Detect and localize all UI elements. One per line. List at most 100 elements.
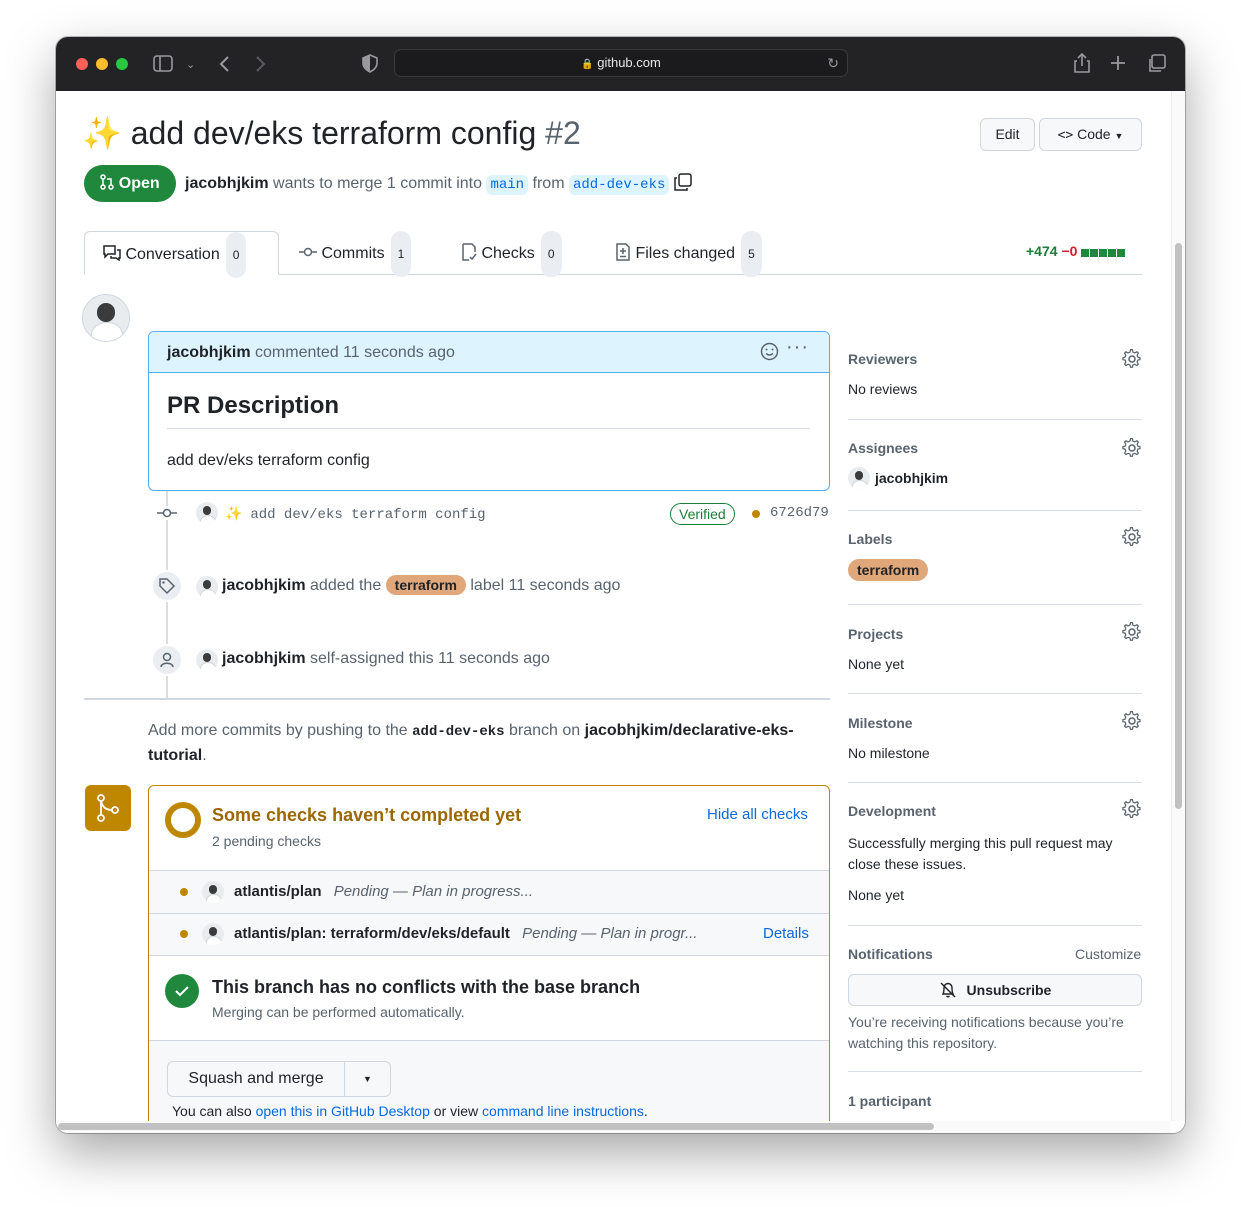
check-row: atlantis/plan: terraform/dev/eks/default… [149, 913, 829, 956]
head-branch[interactable]: add-dev-eks [568, 175, 670, 195]
projects-title: Projects [848, 626, 904, 642]
minimize-window-button[interactable] [96, 58, 108, 70]
milestone-value: No milestone [848, 745, 930, 761]
browser-window: ⌄ 🔒 github.com ↻ ✨ add dev/eks terraform… [56, 37, 1185, 1133]
event-actor[interactable]: jacobhjkim [222, 577, 306, 594]
browser-toolbar: ⌄ 🔒 github.com ↻ [56, 37, 1185, 91]
tab-checks[interactable]: Checks 0 [461, 231, 562, 277]
timeline-end-divider [84, 698, 830, 700]
smiley-icon[interactable] [760, 342, 779, 361]
page-content: ✨ add dev/eks terraform config #2 Edit <… [56, 91, 1185, 1133]
label-event-icon [151, 570, 183, 602]
kebab-horizontal-icon[interactable]: ··· [786, 336, 809, 359]
gear-icon[interactable] [1122, 527, 1142, 547]
assignee-name[interactable]: jacobhjkim [875, 470, 948, 486]
gear-icon[interactable] [1122, 799, 1142, 819]
chevron-down-icon[interactable]: ⌄ [186, 56, 195, 74]
gear-icon[interactable] [1122, 711, 1142, 731]
check-status: Pending — Plan in progress... [333, 883, 533, 900]
vertical-scrollbar[interactable] [1171, 91, 1185, 1121]
participants-title: 1 participant [848, 1093, 932, 1109]
code-button[interactable]: <> Code ▼ [1039, 118, 1142, 151]
tab-count: 1 [390, 231, 412, 277]
reviewers-title: Reviewers [848, 351, 918, 367]
new-tab-icon[interactable] [1110, 55, 1126, 71]
git-commit-icon [299, 247, 317, 257]
forward-icon[interactable] [253, 55, 267, 73]
sidebar-divider [848, 782, 1142, 783]
assignee-avatar[interactable] [848, 467, 870, 489]
copy-icon[interactable] [674, 173, 692, 191]
share-icon[interactable] [1073, 53, 1091, 73]
back-icon[interactable] [218, 55, 232, 73]
pending-status-icon [180, 930, 188, 938]
url-text: github.com [597, 55, 661, 70]
check-text: atlantis/plan Pending — Plan in progress… [234, 883, 533, 900]
notifications-title: Notifications [848, 946, 933, 962]
sidebar-toggle-icon[interactable] [153, 55, 173, 73]
comment-timestamp[interactable]: commented 11 seconds ago [255, 344, 455, 361]
label-pill[interactable]: terraform [385, 575, 466, 595]
commit-author-avatar[interactable] [196, 502, 218, 524]
pr-merge-summary: jacobhjkim wants to merge 1 commit into … [185, 173, 692, 195]
maximize-window-button[interactable] [116, 58, 128, 70]
development-value: None yet [848, 887, 905, 903]
horizontal-scrollbar[interactable] [56, 1121, 1171, 1133]
conflict-title: This branch has no conflicts with the ba… [212, 977, 641, 997]
unsubscribe-button[interactable]: Unsubscribe [848, 974, 1142, 1006]
check-app-avatar [202, 881, 224, 903]
github-desktop-link[interactable]: open this in GitHub Desktop [256, 1103, 430, 1119]
label-pill[interactable]: terraform [848, 559, 929, 581]
diffstat-deletions: −0 [1061, 243, 1078, 259]
from-text: from [532, 175, 565, 192]
sidebar-divider [848, 419, 1142, 420]
caret-down-icon: ▼ [363, 1074, 372, 1084]
page-title: ✨ add dev/eks terraform config #2 [82, 113, 581, 153]
gear-icon[interactable] [1122, 349, 1142, 369]
tab-files-changed[interactable]: Files changed 5 [615, 231, 762, 277]
close-window-button[interactable] [76, 58, 88, 70]
conflict-subtitle: Merging can be performed automatically. [212, 1004, 465, 1020]
gear-icon[interactable] [1122, 438, 1142, 458]
tab-overview-icon[interactable] [1147, 54, 1166, 73]
hide-all-checks-link[interactable]: Hide all checks [707, 806, 808, 823]
actor-avatar[interactable] [196, 649, 218, 671]
customize-link[interactable]: Customize [1075, 946, 1141, 962]
pr-author-link[interactable]: jacobhjkim [185, 175, 269, 192]
base-branch[interactable]: main [486, 175, 529, 195]
edit-button[interactable]: Edit [980, 118, 1035, 151]
check-details-link[interactable]: Details [763, 925, 809, 942]
tab-commits[interactable]: Commits 1 [299, 231, 412, 277]
comment-author[interactable]: jacobhjkim [167, 344, 251, 361]
sparkles-emoji: ✨ [225, 505, 243, 521]
pending-status-icon[interactable] [752, 510, 760, 518]
scrollbar-thumb[interactable] [1175, 243, 1182, 809]
reload-icon[interactable]: ↻ [827, 50, 839, 76]
tab-count: 0 [225, 232, 247, 278]
gear-icon[interactable] [1122, 622, 1142, 642]
command-line-instructions-link[interactable]: command line instructions [482, 1103, 644, 1119]
shield-icon[interactable] [362, 54, 378, 73]
squash-and-merge-button[interactable]: Squash and merge [167, 1061, 345, 1097]
actor-avatar[interactable] [196, 576, 218, 598]
labels-title: Labels [848, 531, 893, 547]
event-actor[interactable]: jacobhjkim [222, 650, 306, 667]
merge-method-dropdown[interactable]: ▼ [344, 1061, 391, 1097]
alt-text: . [643, 1103, 648, 1119]
verified-badge[interactable]: Verified [670, 503, 735, 525]
sparkles-emoji: ✨ [82, 115, 122, 151]
label-event: jacobhjkim added the terraform label 11 … [222, 575, 620, 595]
push-hint: Add more commits by pushing to the add-d… [148, 719, 828, 768]
scrollbar-thumb[interactable] [58, 1123, 934, 1130]
alt-text: or view [433, 1103, 479, 1119]
address-bar[interactable]: 🔒 github.com ↻ [394, 49, 848, 77]
commit-sha[interactable]: 6726d79 [770, 505, 829, 521]
code-button-label: Code [1077, 126, 1111, 142]
event-text: added the [310, 577, 382, 594]
tab-conversation[interactable]: Conversation 0 [84, 231, 279, 278]
check-text: atlantis/plan: terraform/dev/eks/default… [234, 925, 697, 942]
comment-body: add dev/eks terraform config [167, 452, 370, 469]
check-row: atlantis/plan Pending — Plan in progress… [149, 870, 829, 913]
author-avatar[interactable] [82, 294, 130, 342]
commit-message[interactable]: add dev/eks terraform config [250, 507, 485, 523]
